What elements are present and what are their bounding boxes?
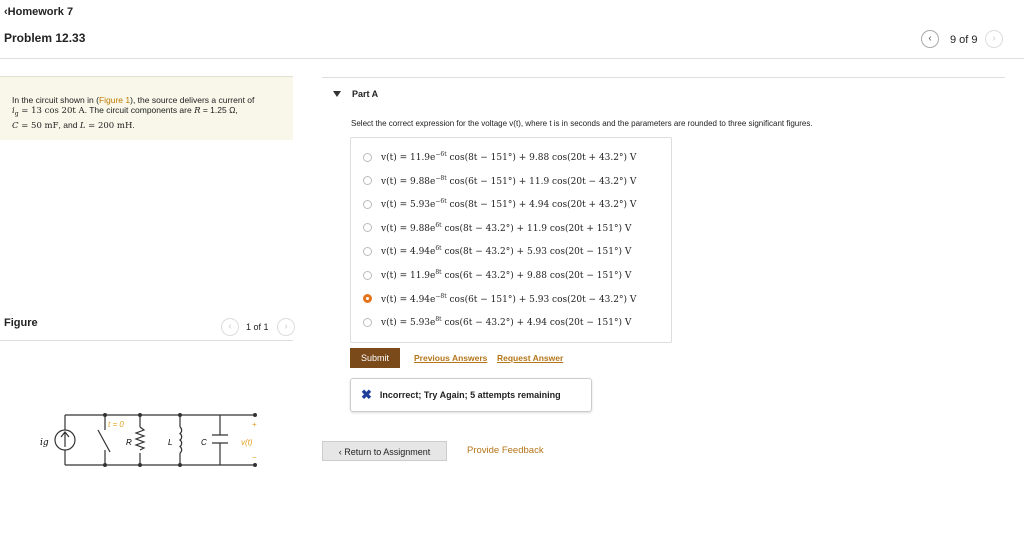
answer-option[interactable]: v(t) = 4.94e6t cos(8t − 43.2°) + 5.93 co… [363, 241, 631, 261]
option-text: v(t) = 5.93e−6t cos(8t − 151°) + 4.94 co… [381, 198, 637, 211]
answer-option[interactable]: v(t) = 5.93e−6t cos(8t − 151°) + 4.94 co… [363, 194, 636, 214]
radio-button[interactable] [363, 176, 372, 186]
answer-option[interactable]: v(t) = 11.9e8t cos(6t − 43.2°) + 9.88 co… [363, 265, 631, 285]
svg-text:L: L [168, 438, 172, 447]
radio-button[interactable] [363, 246, 372, 256]
next-figure-button[interactable]: › [277, 318, 295, 336]
option-text: v(t) = 5.93e8t cos(6t − 43.2°) + 4.94 co… [381, 316, 632, 329]
submit-button[interactable]: Submit [350, 348, 400, 368]
svg-text:−: − [252, 453, 257, 462]
svg-text:R: R [126, 438, 132, 447]
x-icon: ✖ [361, 387, 372, 402]
figure-link[interactable]: Figure 1 [99, 95, 130, 105]
source-label: ig [40, 438, 49, 448]
divider [322, 77, 1005, 78]
prev-figure-button[interactable]: ‹ [221, 318, 239, 336]
back-label: Homework 7 [7, 6, 74, 18]
page-title: Problem 12.33 [4, 31, 86, 45]
option-text: v(t) = 11.9e−6t cos(8t − 151°) + 9.88 co… [381, 151, 637, 163]
problem-statement: In the circuit shown in (Figure 1), the … [0, 76, 293, 140]
radio-button[interactable] [363, 294, 372, 304]
option-text: v(t) = 4.94e6t cos(8t − 43.2°) + 5.93 co… [381, 245, 632, 258]
provide-feedback-link[interactable]: Provide Feedback [467, 445, 544, 456]
radio-button[interactable] [363, 199, 372, 209]
figure-label: Figure [4, 317, 38, 329]
answer-option[interactable]: v(t) = 11.9e−6t cos(8t − 151°) + 9.88 co… [363, 147, 636, 167]
radio-button[interactable] [363, 152, 372, 162]
feedback-text: Incorrect; Try Again; 5 attempts remaini… [379, 390, 561, 400]
request-answer-link[interactable]: Request Answer [497, 353, 563, 363]
answer-option[interactable]: v(t) = 4.94e−8t cos(6t − 151°) + 5.93 co… [363, 289, 636, 309]
radio-button[interactable] [363, 317, 372, 327]
option-text: v(t) = 4.94e−8t cos(6t − 151°) + 5.93 co… [381, 292, 637, 305]
answer-option[interactable]: v(t) = 9.88e−8t cos(6t − 151°) + 11.9 co… [363, 171, 636, 191]
previous-answers-link[interactable]: Previous Answers [414, 353, 487, 363]
svg-text:t = 0: t = 0 [108, 420, 124, 429]
option-text: v(t) = 11.9e8t cos(6t − 43.2°) + 9.88 co… [381, 269, 632, 281]
svg-text:+: + [252, 420, 257, 429]
option-text: v(t) = 9.88e6t cos(8t − 43.2°) + 11.9 co… [381, 221, 632, 234]
svg-text:v(t): v(t) [241, 438, 253, 447]
question-prompt: Select the correct expression for the vo… [351, 119, 813, 128]
divider [0, 340, 293, 341]
answer-option[interactable]: v(t) = 9.88e6t cos(8t − 43.2°) + 11.9 co… [363, 218, 631, 238]
next-problem-button[interactable]: › [985, 30, 1003, 48]
return-to-assignment-button[interactable]: ‹ Return to Assignment [322, 441, 447, 461]
circuit-diagram: ig t = 0 R L C v(t) + − [40, 413, 257, 467]
answer-options: v(t) = 11.9e−6t cos(8t − 151°) + 9.88 co… [350, 137, 672, 343]
figure-counter: 1 of 1 [246, 322, 269, 332]
part-a-title[interactable]: Part A [352, 89, 378, 99]
divider [0, 58, 1024, 59]
prev-problem-button[interactable]: ‹ [921, 30, 939, 48]
option-text: v(t) = 9.88e−8t cos(6t − 151°) + 11.9 co… [381, 174, 637, 187]
radio-button[interactable] [363, 270, 372, 280]
answer-option[interactable]: v(t) = 5.93e8t cos(6t − 43.2°) + 4.94 co… [363, 312, 631, 332]
radio-button[interactable] [363, 223, 372, 233]
back-link[interactable]: ‹Homework 7 [4, 6, 73, 18]
collapse-caret-icon[interactable] [333, 91, 341, 97]
svg-text:C: C [201, 438, 207, 447]
problem-counter: 9 of 9 [950, 34, 978, 46]
feedback-box: ✖ Incorrect; Try Again; 5 attempts remain… [350, 378, 592, 412]
